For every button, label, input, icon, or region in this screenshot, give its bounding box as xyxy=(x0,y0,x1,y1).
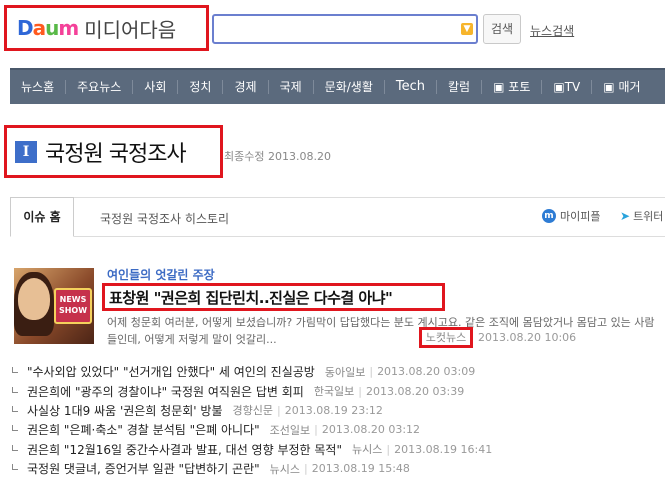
bullet-icon xyxy=(12,405,18,412)
separator: | xyxy=(358,384,363,398)
tv-icon: ▣ xyxy=(553,80,565,94)
search-button[interactable]: 검색 xyxy=(483,14,521,44)
article-thumbnail[interactable]: NEWS SHOW xyxy=(14,268,94,344)
twitter-icon: ➤ xyxy=(620,209,631,223)
nav-photo[interactable]: ▣ 포토 xyxy=(482,80,543,94)
article-date: 2013.08.20 10:06 xyxy=(478,331,577,344)
tab-issue-history[interactable]: 국정원 국정조사 히스토리 xyxy=(100,210,229,227)
tab-issue-home[interactable]: 이슈 홈 xyxy=(10,197,74,237)
daum-logo: Daum xyxy=(17,16,79,40)
news-show-badge: NEWS SHOW xyxy=(54,288,92,324)
related-title[interactable]: 권은희에 "광주의 경찰이냐" 국정원 여직원은 답변 회피 xyxy=(27,383,304,400)
nav-top-news[interactable]: 주요뉴스 xyxy=(66,80,134,94)
nav-economy[interactable]: 경제 xyxy=(223,80,269,94)
nav-tv[interactable]: ▣TV xyxy=(542,80,593,94)
list-item: "수사외압 있었다" "선거개입 안했다" 세 여인의 진실공방 동아일보 | … xyxy=(12,362,492,381)
related-title[interactable]: 국정원 댓글녀, 증언거부 일관 "답변하기 곤란" xyxy=(27,460,260,477)
nav-culture[interactable]: 문화/생활 xyxy=(314,80,385,94)
related-source[interactable]: 경향신문 xyxy=(233,402,273,418)
article-source[interactable]: 노컷뉴스 xyxy=(419,327,473,348)
list-item: 사실상 1대9 싸움 '권은희 청문회' 방불 경향신문 | 2013.08.1… xyxy=(12,401,492,420)
main-nav: 뉴스홈 주요뉴스 사회 정치 경제 국제 문화/생활 Tech 칼럼 ▣ 포토 … xyxy=(10,68,665,104)
search-dropdown-icon[interactable]: ▼ xyxy=(461,23,473,35)
related-source[interactable]: 뉴시스 xyxy=(270,461,300,477)
nav-tech[interactable]: Tech xyxy=(385,80,438,94)
related-date: 2013.08.20 03:39 xyxy=(366,384,465,398)
related-source[interactable]: 동아일보 xyxy=(325,364,365,380)
nav-international[interactable]: 국제 xyxy=(269,80,314,94)
bullet-icon xyxy=(12,425,18,432)
media-daum-label: 미디어다음 xyxy=(84,17,177,42)
thumbnail-person-face xyxy=(18,278,50,320)
separator: | xyxy=(304,462,308,476)
separator: | xyxy=(277,403,281,417)
related-source[interactable]: 한국일보 xyxy=(314,383,354,399)
article-summary[interactable]: 어제 청문회 여러분, 어떻게 보셨습니까? 가림막이 답답했다는 분도 계시고… xyxy=(107,314,663,348)
separator: | xyxy=(314,423,318,437)
related-title[interactable]: 권은희 "은폐·축소" 경찰 분석팀 "은폐 아니다" xyxy=(27,421,260,438)
daum-media-logo[interactable]: Daum 미디어다음 xyxy=(4,5,209,51)
nav-politics[interactable]: 정치 xyxy=(178,80,224,94)
related-title[interactable]: 사실상 1대9 싸움 '권은희 청문회' 방불 xyxy=(27,402,223,419)
issue-icon: I xyxy=(15,140,37,163)
related-date: 2013.08.20 03:09 xyxy=(377,365,476,379)
separator: | xyxy=(369,365,374,379)
article-headline-box[interactable]: 표창원 "권은희 집단린치..진실은 다수결 아냐" xyxy=(102,283,445,311)
mypeople-icon: m xyxy=(542,209,556,223)
article-subheading[interactable]: 여인들의 엇갈린 주장 xyxy=(107,266,215,283)
bullet-icon xyxy=(12,464,18,471)
related-date: 2013.08.19 16:41 xyxy=(394,442,493,456)
bullet-icon xyxy=(12,386,18,393)
page-title: 국정원 국정조사 xyxy=(45,141,187,167)
related-source[interactable]: 조선일보 xyxy=(270,422,310,438)
photo-icon: ▣ xyxy=(493,80,505,94)
list-item: 권은희 "12월16일 중간수사결과 발표, 대선 영향 부정한 목적" 뉴시스… xyxy=(12,440,492,459)
tabs-divider-bottom xyxy=(10,236,665,237)
related-date: 2013.08.19 15:48 xyxy=(311,462,410,476)
list-item: 권은희에 "광주의 경찰이냐" 국정원 여직원은 답변 회피 한국일보 | 20… xyxy=(12,381,492,400)
tabs-divider-top xyxy=(10,197,665,198)
related-date: 2013.08.20 03:12 xyxy=(321,423,421,437)
related-date: 2013.08.19 23:12 xyxy=(284,403,383,417)
bullet-icon xyxy=(12,367,18,374)
list-item: 권은희 "은폐·축소" 경찰 분석팀 "은폐 아니다" 조선일보 | 2013.… xyxy=(12,420,492,439)
list-item: 국정원 댓글녀, 증언거부 일관 "답변하기 곤란" 뉴시스 | 2013.08… xyxy=(12,459,492,478)
bullet-icon xyxy=(12,444,18,451)
magazine-icon: ▣ xyxy=(603,80,615,94)
issue-title-box: I 국정원 국정조사 xyxy=(4,125,223,178)
nav-society[interactable]: 사회 xyxy=(133,80,179,94)
related-title[interactable]: "수사외압 있었다" "선거개입 안했다" 세 여인의 진실공방 xyxy=(27,363,315,380)
separator: | xyxy=(386,442,391,456)
search-input[interactable]: ▼ xyxy=(212,14,478,44)
related-title[interactable]: 권은희 "12월16일 중간수사결과 발표, 대선 영향 부정한 목적" xyxy=(27,441,342,458)
share-twitter-button[interactable]: ➤ 트위터 xyxy=(620,208,663,224)
nav-column[interactable]: 칼럼 xyxy=(437,80,483,94)
related-source[interactable]: 뉴시스 xyxy=(352,441,382,457)
related-articles: "수사외압 있었다" "선거개입 안했다" 세 여인의 진실공방 동아일보 | … xyxy=(12,362,492,478)
article-headline[interactable]: 표창원 "권은희 집단린치..진실은 다수결 아냐" xyxy=(109,287,393,308)
nav-magazine[interactable]: ▣ 매거 xyxy=(592,80,651,94)
last-updated: 최종수정 2013.08.20 xyxy=(224,150,331,163)
nav-news-home[interactable]: 뉴스홈 xyxy=(10,80,67,94)
share-mypeople-button[interactable]: m 마이피플 xyxy=(542,208,600,224)
news-search-link[interactable]: 뉴스검색 xyxy=(530,22,574,39)
